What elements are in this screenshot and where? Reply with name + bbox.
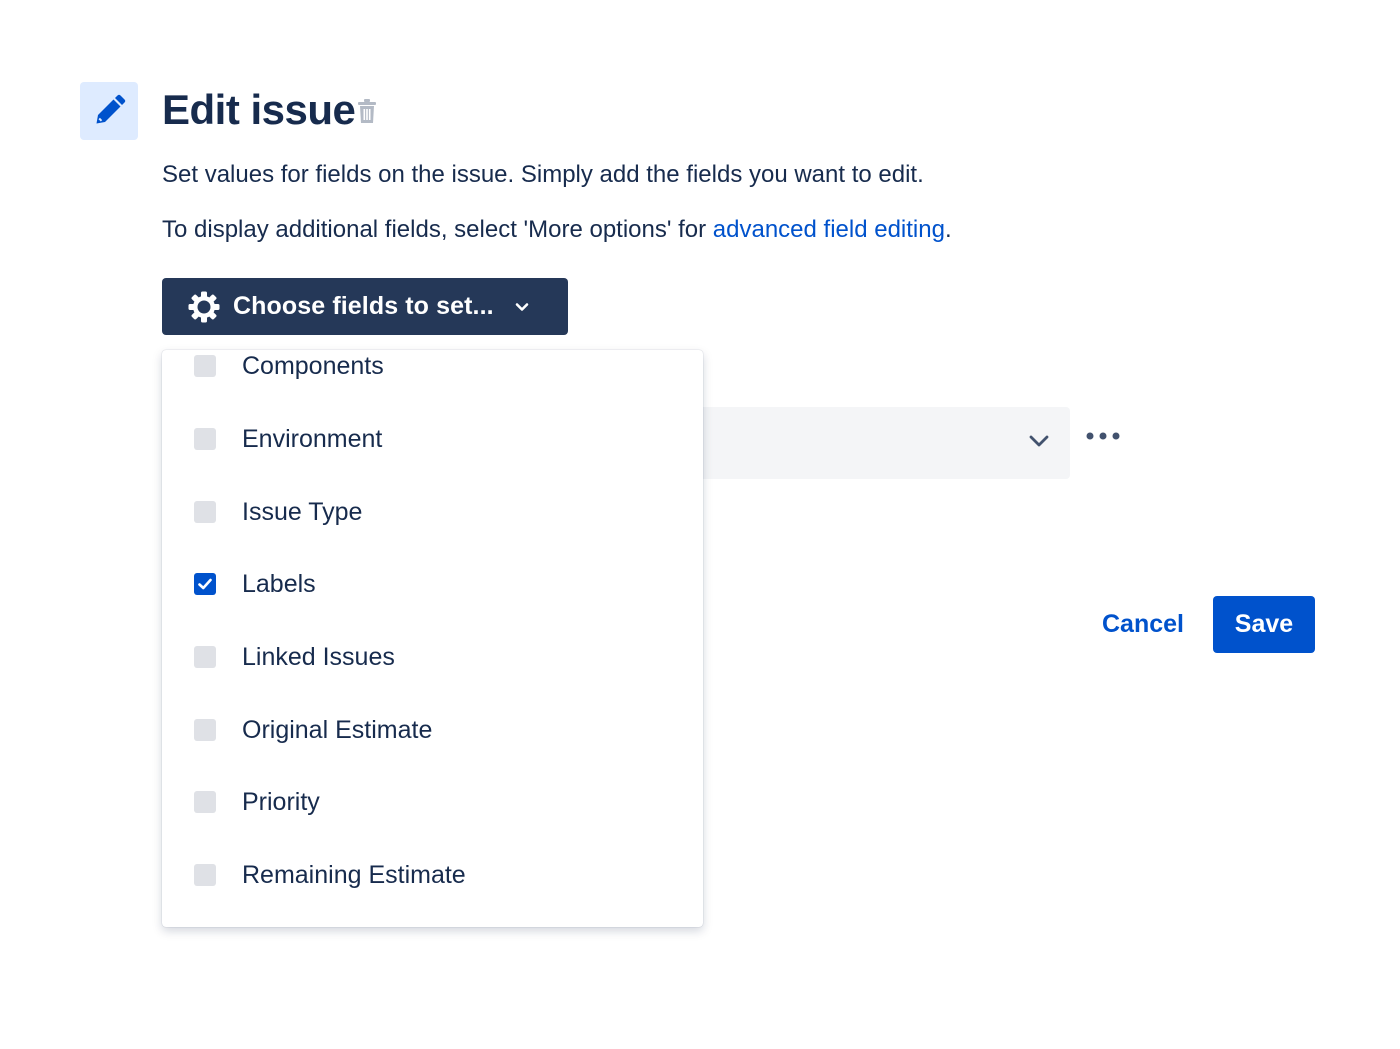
checkbox[interactable] <box>194 646 216 668</box>
chevron-down-icon <box>514 301 530 313</box>
checkbox[interactable] <box>194 791 216 813</box>
field-option-label: Labels <box>242 569 316 598</box>
additional-fields-prefix: To display additional fields, select 'Mo… <box>162 216 713 243</box>
gear-icon <box>188 291 220 323</box>
field-option-issue-type[interactable]: Issue Type <box>162 484 703 540</box>
field-option-original-estimate[interactable]: Original Estimate <box>162 702 703 758</box>
field-option-label: Priority <box>242 787 320 816</box>
field-option-priority[interactable]: Priority <box>162 774 703 830</box>
field-option-label: Linked Issues <box>242 642 395 671</box>
field-value-select[interactable] <box>640 407 1070 479</box>
advanced-field-editing-link[interactable]: advanced field editing <box>713 216 945 243</box>
field-option-remaining-estimate[interactable]: Remaining Estimate <box>162 847 703 903</box>
field-option-label: Components <box>242 351 384 380</box>
checkbox[interactable] <box>194 719 216 741</box>
edit-issue-page: Edit issue Set values for fields on the … <box>0 0 1400 1049</box>
checkmark-icon <box>198 578 212 590</box>
pencil-icon <box>80 82 138 140</box>
field-option-components[interactable]: Components <box>162 350 703 394</box>
description-text: Set values for fields on the issue. Simp… <box>162 161 924 188</box>
field-option-label: Environment <box>242 424 383 453</box>
field-option-label: Issue Type <box>242 497 363 526</box>
page-title: Edit issue <box>162 86 356 133</box>
field-option-labels[interactable]: Labels <box>162 556 703 612</box>
choose-fields-label: Choose fields to set... <box>233 292 494 320</box>
checkbox[interactable] <box>194 864 216 886</box>
checkbox[interactable] <box>194 428 216 450</box>
field-option-linked-issues[interactable]: Linked Issues <box>162 629 703 685</box>
additional-fields-suffix: . <box>944 216 952 243</box>
cancel-button[interactable]: Cancel <box>1088 596 1198 653</box>
checkbox-checked[interactable] <box>194 573 216 595</box>
field-options-dropdown[interactable]: Components Environment Issue Type Labels… <box>162 350 703 927</box>
trash-icon[interactable] <box>356 97 378 125</box>
additional-fields-text: To display additional fields, select 'Mo… <box>162 216 952 244</box>
choose-fields-button[interactable]: Choose fields to set... <box>162 278 568 335</box>
chevron-down-icon <box>1028 433 1050 454</box>
field-option-label: Remaining Estimate <box>242 860 466 889</box>
checkbox[interactable] <box>194 501 216 523</box>
checkbox[interactable] <box>194 355 216 377</box>
more-options-icon[interactable] <box>1082 422 1124 450</box>
field-option-environment[interactable]: Environment <box>162 411 703 467</box>
save-button[interactable]: Save <box>1213 596 1315 653</box>
field-option-label: Original Estimate <box>242 715 433 744</box>
